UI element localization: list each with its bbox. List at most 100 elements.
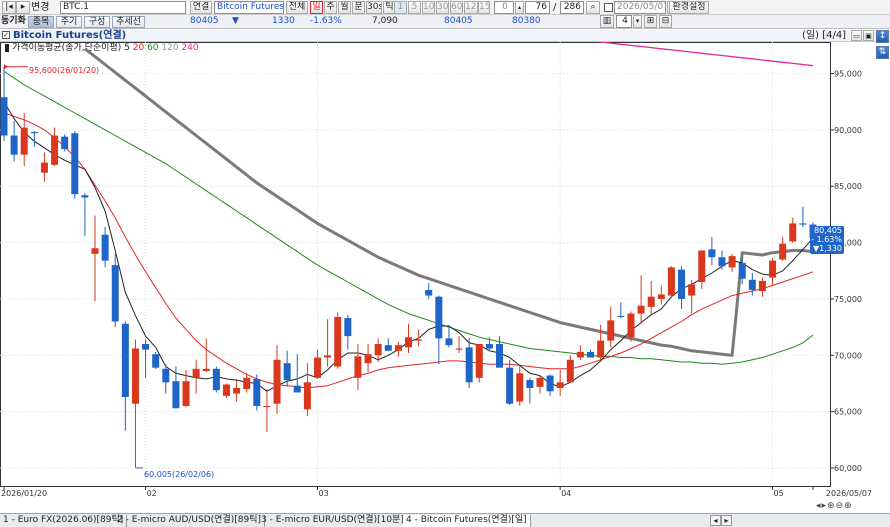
candle-body bbox=[253, 378, 261, 406]
minimize-icon[interactable]: ▭ bbox=[851, 30, 862, 41]
down-arrow-icon: ▼ bbox=[232, 16, 239, 26]
candle-body bbox=[698, 250, 706, 283]
period-day[interactable]: 일 bbox=[310, 1, 323, 14]
candle-body bbox=[283, 363, 291, 381]
change-icon[interactable]: ▸ bbox=[16, 1, 30, 14]
candle-body bbox=[455, 348, 463, 350]
candle-body bbox=[779, 243, 787, 260]
candle-body bbox=[81, 195, 89, 198]
interval-120[interactable]: 120 bbox=[464, 1, 478, 14]
interval-60[interactable]: 60 bbox=[450, 1, 463, 14]
y-tick-label: 95,000 bbox=[834, 70, 862, 79]
period-30s[interactable]: 30s bbox=[366, 1, 382, 14]
volume-value: 7,090 bbox=[372, 16, 398, 26]
candle-body bbox=[202, 368, 210, 372]
interval-15[interactable]: 15 bbox=[478, 1, 490, 14]
period-minute[interactable]: 분 bbox=[352, 1, 365, 14]
bottom-tab-1[interactable]: 1 - Euro FX(2026.06)[89틱] bbox=[0, 515, 128, 527]
bottom-tab-4[interactable]: 4 - Bitcoin Futures(연결)[일] bbox=[403, 515, 531, 527]
bottom-tab-3[interactable]: 3 - E-micro EUR/USD(연결)[10분] bbox=[258, 515, 408, 527]
zoom-controls[interactable]: ◂▸⊕⊖⊕ bbox=[816, 501, 853, 511]
y-tick-label: 60,000 bbox=[834, 464, 862, 473]
chart-title: Bitcoin Futures(연결) bbox=[13, 30, 127, 41]
y-tick-label: 85,000 bbox=[834, 182, 862, 191]
candle-body bbox=[738, 262, 746, 279]
candle-body bbox=[607, 320, 615, 341]
scroll-right-icon[interactable]: ▸ bbox=[721, 515, 732, 526]
candle-body bbox=[142, 344, 150, 350]
date-checkbox[interactable] bbox=[604, 3, 613, 12]
bottom-tab-bar: 1 - Euro FX(2026.06)[89틱] 2 - E-micro AU… bbox=[0, 513, 890, 527]
last-price-tag: 80,405 - 1.63% ▼1,330 bbox=[810, 226, 844, 254]
high-marker-arrow bbox=[4, 64, 8, 70]
last-pct: - 1.63% bbox=[811, 235, 842, 244]
candle-body bbox=[425, 289, 433, 296]
page-info: (일) [4/4] bbox=[802, 30, 847, 41]
candle-body bbox=[10, 135, 18, 155]
candle-body bbox=[748, 279, 756, 290]
spinner-icon[interactable]: ▴ bbox=[515, 1, 524, 14]
search-icon[interactable]: ⌕ bbox=[586, 1, 600, 14]
grid-icon[interactable]: ▥ bbox=[600, 15, 614, 28]
candle-body bbox=[394, 345, 402, 351]
candle-body bbox=[71, 133, 79, 195]
settings-button[interactable]: 환경설정 bbox=[669, 1, 709, 14]
candle-body bbox=[313, 357, 321, 378]
link-button[interactable]: 연결 bbox=[190, 1, 212, 14]
count-input[interactable]: 76 bbox=[525, 1, 550, 14]
candle-body bbox=[121, 323, 129, 397]
last-change: ▼1,330 bbox=[812, 244, 842, 253]
main-toolbar: |◂ ▸ 변경 BTC.1 연결 Bitcoin Futures( 전체 일 주… bbox=[0, 0, 890, 15]
candle-body bbox=[475, 344, 483, 378]
interval-1[interactable]: 1 bbox=[394, 1, 407, 14]
candle-body bbox=[162, 368, 170, 383]
ask-price: 80405 bbox=[444, 16, 473, 26]
layout-dropdown-icon[interactable]: ▾ bbox=[633, 15, 642, 28]
x-tick-label: 05 bbox=[774, 489, 784, 498]
first-icon[interactable]: |◂ bbox=[2, 1, 16, 14]
tab-trendline[interactable]: 추세선 bbox=[112, 16, 145, 28]
tab-compose[interactable]: 구성 bbox=[84, 16, 110, 28]
symbol-input[interactable]: BTC.1 bbox=[60, 1, 186, 14]
period-week[interactable]: 주 bbox=[324, 1, 337, 14]
zero-input[interactable]: 0 bbox=[494, 1, 514, 14]
candle-body bbox=[566, 359, 574, 383]
arrange2-icon[interactable]: ⊟ bbox=[659, 15, 672, 28]
candle-body bbox=[40, 162, 48, 173]
layout-count-input[interactable]: 4 bbox=[616, 15, 632, 28]
candle-body bbox=[51, 135, 59, 165]
candle-body bbox=[30, 132, 38, 134]
candle-body bbox=[526, 380, 534, 388]
interval-10[interactable]: 10 bbox=[422, 1, 435, 14]
candle-body bbox=[465, 347, 473, 383]
x-tick-label: 03 bbox=[318, 489, 328, 498]
tab-symbol[interactable]: 종목 bbox=[28, 16, 54, 28]
candle-body bbox=[0, 97, 8, 136]
arrange-icon[interactable]: ⊞ bbox=[644, 15, 657, 28]
interval-30[interactable]: 30 bbox=[436, 1, 449, 14]
candle-body bbox=[688, 284, 696, 296]
period-month[interactable]: 월 bbox=[338, 1, 351, 14]
change-percent: -1.63% bbox=[310, 16, 342, 26]
candle-body bbox=[769, 260, 777, 278]
price-chart[interactable]: 95,00090,00085,00080,00075,00070,00065,0… bbox=[0, 42, 890, 513]
candle-body bbox=[91, 248, 99, 254]
candle-body bbox=[334, 316, 342, 367]
date-input[interactable]: 2026/05/07 bbox=[614, 1, 666, 14]
candle-body bbox=[546, 375, 554, 392]
candle-body bbox=[303, 382, 311, 410]
candle-body bbox=[182, 381, 190, 406]
interval-5[interactable]: 5 bbox=[408, 1, 421, 14]
x-tick-label: 2026/01/20 bbox=[1, 489, 47, 498]
sub-toolbar: 동기화 종목 주기 구성 추세선 80405 ▼ 1330 -1.63% 7,0… bbox=[0, 15, 890, 29]
tab-period[interactable]: 주기 bbox=[56, 16, 82, 28]
bottom-tab-2[interactable]: 2 - E-micro AUD/USD(연결)[89틱] bbox=[114, 515, 265, 527]
title-checkbox[interactable]: ✓ bbox=[2, 31, 10, 39]
candle-body bbox=[374, 344, 382, 356]
scroll-left-icon[interactable]: ◂ bbox=[710, 515, 721, 526]
restore-icon[interactable]: ▣ bbox=[863, 30, 874, 41]
total-input[interactable]: 286 bbox=[560, 1, 584, 14]
all-button[interactable]: 전체 bbox=[286, 1, 308, 14]
candle-body bbox=[576, 351, 584, 358]
candle-body bbox=[516, 373, 524, 402]
